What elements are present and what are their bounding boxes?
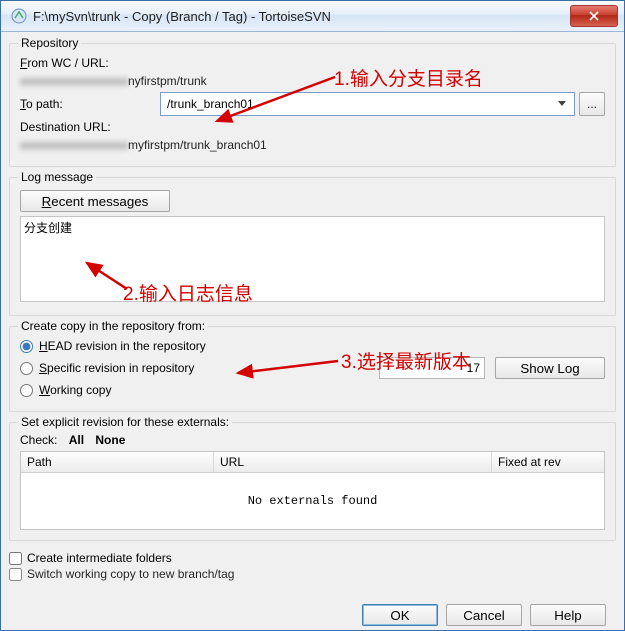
to-path-input[interactable] bbox=[165, 96, 554, 112]
destination-url-label: Destination URL: bbox=[20, 120, 111, 134]
table-header: Path URL Fixed at rev bbox=[21, 452, 604, 473]
destination-url-tail: myfirstpm/trunk_branch01 bbox=[128, 138, 267, 152]
to-path-label: To path: bbox=[20, 97, 160, 111]
dialog-window: F:\mySvn\trunk - Copy (Branch / Tag) - T… bbox=[0, 0, 625, 631]
col-fixed[interactable]: Fixed at rev bbox=[492, 452, 604, 472]
repository-group: Repository From WC / URL: xxxxxxxxxxxxxx… bbox=[9, 43, 616, 167]
from-wc-label: From WC / URL: bbox=[20, 56, 160, 70]
switch-wc-label: Switch working copy to new branch/tag bbox=[27, 567, 234, 581]
table-body-empty: No externals found bbox=[21, 473, 604, 529]
client-area: Repository From WC / URL: xxxxxxxxxxxxxx… bbox=[9, 37, 616, 630]
check-none-link[interactable]: None bbox=[95, 433, 125, 447]
switch-wc-checkbox[interactable] bbox=[9, 568, 22, 581]
intermediate-folders-label: Create intermediate folders bbox=[27, 551, 172, 565]
show-log-button[interactable]: Show Log bbox=[495, 357, 605, 379]
log-message-group: Log message Recent messages 分支创建 bbox=[9, 177, 616, 316]
head-revision-radio[interactable] bbox=[20, 340, 33, 353]
repository-legend: Repository bbox=[18, 36, 81, 50]
col-url[interactable]: URL bbox=[214, 452, 492, 472]
cancel-button[interactable]: Cancel bbox=[446, 604, 522, 626]
specific-revision-label: Specific revision in repository bbox=[39, 361, 194, 375]
browse-button[interactable]: ... bbox=[579, 92, 605, 116]
specific-revision-radio[interactable] bbox=[20, 362, 33, 375]
destination-url-obscured: xxxxxxxxxxxxxxxxxx bbox=[20, 138, 128, 152]
from-wc-url-tail: nyfirstpm/trunk bbox=[128, 74, 207, 88]
window-title: F:\mySvn\trunk - Copy (Branch / Tag) - T… bbox=[33, 9, 570, 24]
from-wc-url-obscured: xxxxxxxxxxxxxxxxxx bbox=[20, 74, 128, 88]
ellipsis-icon: ... bbox=[587, 97, 597, 111]
log-message-textarea[interactable]: 分支创建 bbox=[20, 216, 605, 302]
title-bar[interactable]: F:\mySvn\trunk - Copy (Branch / Tag) - T… bbox=[1, 1, 624, 32]
externals-legend: Set explicit revision for these external… bbox=[18, 415, 232, 429]
externals-table: Path URL Fixed at rev No externals found bbox=[20, 451, 605, 530]
close-button[interactable] bbox=[570, 5, 618, 27]
dialog-buttons: OK Cancel Help bbox=[362, 604, 606, 626]
intermediate-folders-checkbox[interactable] bbox=[9, 552, 22, 565]
col-path[interactable]: Path bbox=[21, 452, 214, 472]
ok-button[interactable]: OK bbox=[362, 604, 438, 626]
bottom-options: Create intermediate folders Switch worki… bbox=[9, 551, 616, 581]
create-copy-group: Create copy in the repository from: HEAD… bbox=[9, 326, 616, 412]
externals-group: Set explicit revision for these external… bbox=[9, 422, 616, 541]
create-copy-legend: Create copy in the repository from: bbox=[18, 319, 208, 333]
help-button[interactable]: Help bbox=[530, 604, 606, 626]
dropdown-icon[interactable] bbox=[554, 93, 570, 115]
recent-messages-button[interactable]: Recent messages bbox=[20, 190, 170, 212]
head-revision-label: HEAD revision in the repository bbox=[39, 339, 206, 353]
app-icon bbox=[11, 8, 27, 24]
check-all-link[interactable]: All bbox=[69, 433, 84, 447]
working-copy-label: Working copy bbox=[39, 383, 111, 397]
check-label: Check: bbox=[20, 433, 57, 447]
working-copy-radio[interactable] bbox=[20, 384, 33, 397]
externals-check-row: Check: All None bbox=[20, 433, 605, 447]
to-path-combobox[interactable] bbox=[160, 92, 575, 116]
log-message-legend: Log message bbox=[18, 170, 96, 184]
revision-number-input[interactable] bbox=[379, 357, 485, 379]
